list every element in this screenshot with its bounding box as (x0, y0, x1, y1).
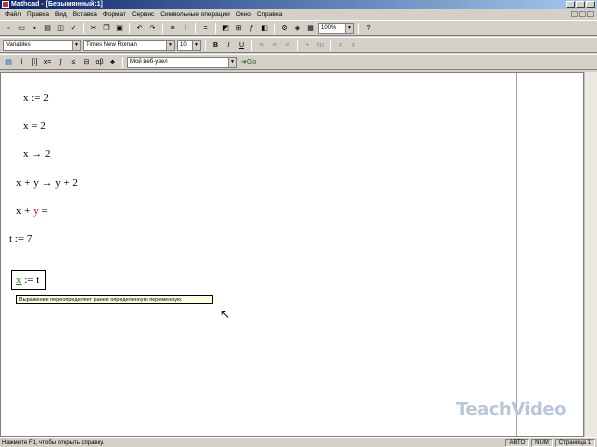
insert-function-icon[interactable]: ƒ (246, 23, 257, 34)
superscript-icon[interactable]: x (348, 40, 359, 51)
numbering-icon[interactable]: № (315, 40, 326, 51)
right-margin-line (516, 73, 517, 436)
math-region[interactable]: x + y = (16, 205, 48, 217)
math-region[interactable]: x := 2 (23, 92, 49, 104)
chevron-down-icon: ▼ (228, 57, 236, 67)
standard-toolbar: ▫ ▭ ▪ ▤ ◫ ✓ ✂ ❐ ▣ ↶ ↷ ≡ ⫶ = ◩ ⊞ ƒ ◧ ⚙ ◈ … (0, 20, 597, 36)
menu-help[interactable]: Справка (254, 11, 286, 18)
new-icon[interactable]: ▫ (3, 23, 14, 34)
math-toolbar: ▤ ⌇ [⁞] x= ∫ ≤ ⊟ αβ ♣ Мой веб-узел ▼ ➜ Go (0, 54, 597, 70)
go-button[interactable]: ➜ Go (239, 57, 258, 68)
graph-toolbar-icon[interactable]: ⌇ (16, 57, 27, 68)
zoom-combo[interactable]: 100% ▼ (318, 22, 354, 34)
menu-view[interactable]: Вид (52, 11, 70, 18)
resources-icon[interactable]: ⚙ (279, 23, 290, 34)
formatting-toolbar: Variables ▼ Times New Roman ▼ 10 ▼ B I U ≡ … (0, 37, 597, 53)
print-icon[interactable]: ▤ (42, 23, 53, 34)
redo-icon[interactable]: ↷ (147, 23, 158, 34)
minimize-button[interactable] (566, 1, 575, 8)
symbolic-toolbar-icon[interactable]: ♣ (107, 57, 118, 68)
maximize-button[interactable] (576, 1, 585, 8)
matrix-toolbar-icon[interactable]: [⁞] (29, 57, 40, 68)
hyperlink-icon[interactable]: ▦ (305, 23, 316, 34)
undo-icon[interactable]: ↶ (134, 23, 145, 34)
selected-math-region[interactable]: x := t (11, 270, 46, 290)
mouse-pointer-icon: ↖ (220, 307, 231, 321)
subscript-icon[interactable]: x (335, 40, 346, 51)
cut-icon[interactable]: ✂ (88, 23, 99, 34)
font-size-combo[interactable]: 10 ▼ (177, 39, 201, 51)
mathcad-icon (2, 1, 9, 8)
spell-check-icon[interactable]: ✓ (68, 23, 79, 34)
worksheet[interactable]: x := 2 x = 2 x → 2 x + y → y + 2 x + y =… (0, 72, 584, 437)
copy-icon[interactable]: ❐ (101, 23, 112, 34)
menu-insert[interactable]: Вставка (70, 11, 100, 18)
close-button[interactable] (586, 1, 595, 8)
greek-toolbar-icon[interactable]: αβ (94, 57, 105, 68)
component-icon[interactable]: ◈ (292, 23, 303, 34)
window-title: Mathcad - [Безымянный:1] (11, 1, 103, 8)
math-region[interactable]: x + y → y + 2 (16, 177, 78, 189)
insert-unit-icon[interactable]: ◧ (259, 23, 270, 34)
calculate-icon[interactable]: = (200, 23, 211, 34)
menu-bar: Файл Правка Вид Вставка Формат Сервис Си… (0, 9, 597, 19)
warning-tooltip: Выражение переопределяет ранее определен… (16, 295, 213, 304)
chevron-down-icon: ▼ (72, 40, 80, 50)
chevron-down-icon: ▼ (192, 40, 200, 50)
bold-button[interactable]: B (210, 40, 221, 51)
align-left-icon[interactable]: ≡ (256, 40, 267, 51)
vertical-scrollbar[interactable] (584, 72, 597, 437)
status-bar: Нажмите F1, чтобы открыть справку. АВТО … (0, 437, 597, 447)
align-center-icon[interactable]: ≡ (269, 40, 280, 51)
chevron-down-icon: ▼ (345, 23, 353, 33)
doc-minimize-button[interactable] (571, 11, 578, 17)
status-mode: АВТО (505, 438, 530, 447)
status-text: Нажмите F1, чтобы открыть справку. (2, 439, 105, 446)
evaluation-toolbar-icon[interactable]: x= (42, 57, 53, 68)
doc-restore-button[interactable] (579, 11, 586, 17)
italic-button[interactable]: I (223, 40, 234, 51)
menu-file[interactable]: Файл (2, 11, 24, 18)
boolean-toolbar-icon[interactable]: ≤ (68, 57, 79, 68)
save-icon[interactable]: ▪ (29, 23, 40, 34)
menu-tools[interactable]: Сервис (129, 11, 157, 18)
chevron-down-icon: ▼ (166, 40, 174, 50)
watermark-logo: TeachVideo (456, 399, 566, 420)
math-region[interactable]: t := 7 (9, 233, 32, 245)
calculus-toolbar-icon[interactable]: ∫ (55, 57, 66, 68)
align-right-icon[interactable]: ≡ (282, 40, 293, 51)
print-preview-icon[interactable]: ◫ (55, 23, 66, 34)
align-across-icon[interactable]: ≡ (167, 23, 178, 34)
bullets-icon[interactable]: • (302, 40, 313, 51)
doc-close-button[interactable] (587, 11, 594, 17)
math-region[interactable]: x = 2 (23, 120, 46, 132)
title-bar: Mathcad - [Безымянный:1] (0, 0, 597, 9)
open-icon[interactable]: ▭ (16, 23, 27, 34)
paste-icon[interactable]: ▣ (114, 23, 125, 34)
insert-matrix-icon[interactable]: ⊞ (233, 23, 244, 34)
font-combo[interactable]: Times New Roman ▼ (83, 39, 175, 51)
web-address-combo[interactable]: Мой веб-узел ▼ (127, 56, 237, 68)
menu-edit[interactable]: Правка (24, 11, 52, 18)
align-down-icon[interactable]: ⫶ (180, 23, 191, 34)
underline-button[interactable]: U (236, 40, 247, 51)
math-region[interactable]: x → 2 (23, 148, 51, 160)
programming-toolbar-icon[interactable]: ⊟ (81, 57, 92, 68)
status-num: NUM (531, 438, 553, 447)
menu-symbolics[interactable]: Символьные операции (157, 11, 232, 18)
calculator-toolbar-icon[interactable]: ▤ (3, 57, 14, 68)
style-combo[interactable]: Variables ▼ (3, 39, 81, 51)
menu-format[interactable]: Формат (100, 11, 129, 18)
status-page: Страница 1 (554, 438, 595, 447)
menu-window[interactable]: Окно (233, 11, 254, 18)
help-icon[interactable]: ? (363, 23, 374, 34)
insert-graph-icon[interactable]: ◩ (220, 23, 231, 34)
